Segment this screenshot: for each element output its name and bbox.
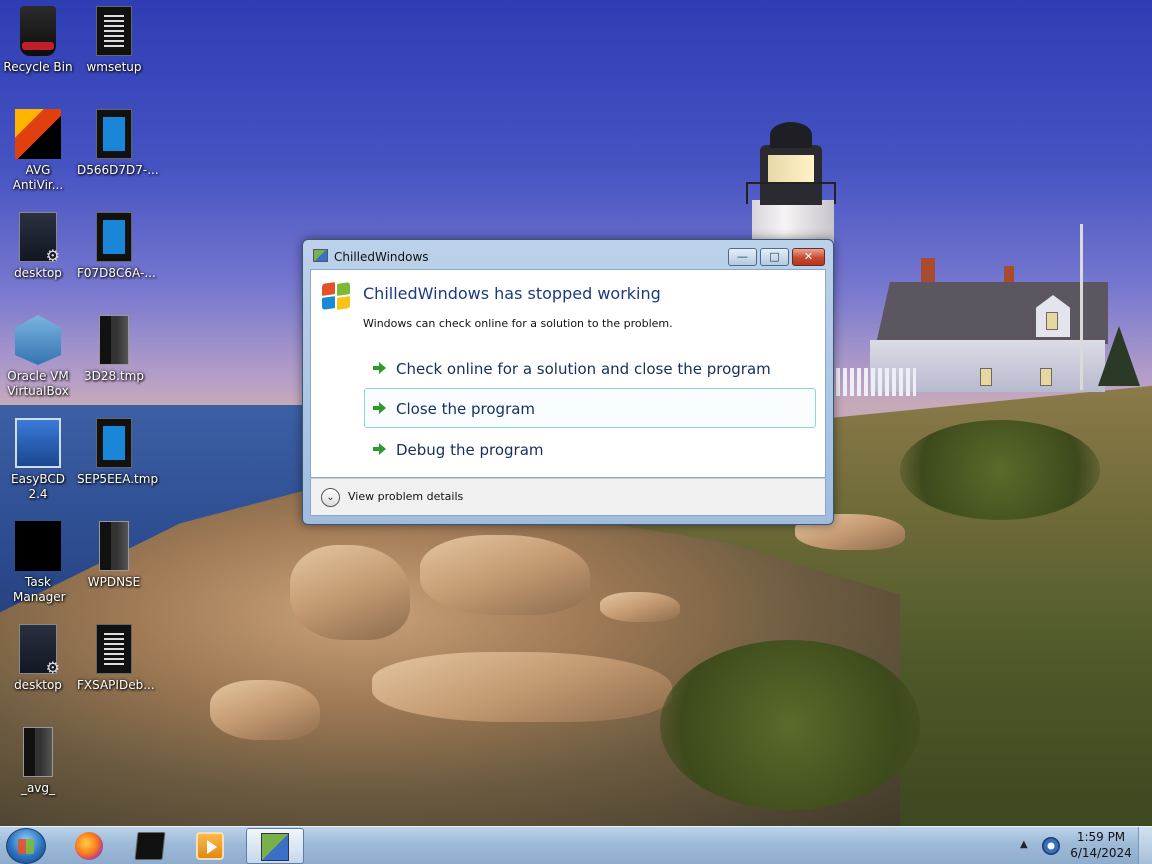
taskbar-item-command-prompt[interactable]	[124, 828, 176, 864]
option-label: Check online for a solution and close th…	[396, 360, 771, 378]
lighthouse-glass	[768, 155, 814, 183]
desktop-icon-avg-folder[interactable]: _avg_	[1, 727, 75, 796]
start-button[interactable]	[6, 828, 46, 864]
option-debug-program[interactable]: Debug the program	[364, 429, 816, 469]
chevron-down-icon[interactable]: ⌄	[321, 488, 340, 507]
desktop-icon-desktop-2[interactable]: desktop	[1, 624, 75, 693]
taskbar-item-media-player[interactable]	[184, 828, 236, 864]
task-manager-icon	[15, 521, 61, 571]
desktop-icon-label: EasyBCD 2.4	[11, 472, 65, 501]
rock	[372, 652, 672, 722]
desktop-icon-label: Task Manager	[13, 575, 66, 604]
rock	[210, 680, 320, 740]
rock	[600, 592, 680, 622]
house-window	[1040, 368, 1052, 386]
windows-logo-icon	[322, 282, 352, 311]
virtualbox-icon	[15, 315, 61, 365]
rock	[420, 535, 590, 615]
app-icon	[261, 833, 289, 861]
desktop-icon-label: Recycle Bin	[3, 60, 73, 74]
taskbar-item-firefox[interactable]	[63, 828, 115, 864]
desktop-icon-wmsetup[interactable]: wmsetup	[77, 6, 151, 75]
option-close-program[interactable]: Close the program	[364, 388, 816, 428]
dialog-footer: ⌄ View problem details	[310, 478, 826, 516]
maximize-button[interactable]: □	[760, 248, 789, 266]
green-arrow-icon	[373, 401, 387, 415]
minimize-button[interactable]: —	[728, 248, 757, 266]
desktop-icon-label: AVG AntiVir...	[12, 163, 64, 192]
desktop-icon-sep5eea-tmp[interactable]: SEP5EEA.tmp	[77, 418, 159, 487]
firefox-icon	[75, 832, 103, 860]
dialog-titlebar[interactable]: ChilledWindows — □ ✕	[303, 240, 833, 270]
clock-time[interactable]: 1:59 PM	[1070, 830, 1132, 844]
tmp-file-icon	[96, 109, 132, 159]
avg-antivirus-icon	[15, 109, 61, 159]
desktop-icon-easybcd[interactable]: EasyBCD 2.4	[1, 418, 75, 502]
shrub	[900, 420, 1100, 520]
dialog-body: ChilledWindows has stopped working Windo…	[310, 269, 826, 478]
taskbar-item-chilledwindows[interactable]	[246, 828, 304, 864]
folder-file-icon	[99, 315, 129, 365]
desktop-icon-label: SEP5EEA.tmp	[77, 472, 159, 486]
picket-fence	[836, 368, 916, 396]
lighthouse-railing	[746, 182, 836, 204]
house-roof	[876, 282, 1108, 344]
taskbar: ▲ 1:59 PM 6/14/2024	[0, 826, 1152, 864]
desktop-icon-3d28-tmp[interactable]: 3D28.tmp	[77, 315, 151, 384]
green-arrow-icon	[373, 361, 387, 375]
media-player-icon	[196, 832, 224, 860]
desktop-icon-desktop[interactable]: desktop	[1, 212, 75, 281]
rock	[290, 545, 410, 640]
house-window	[980, 368, 992, 386]
desktop-icon-f07d8c6a[interactable]: F07D8C6A-...	[77, 212, 156, 281]
option-check-online[interactable]: Check online for a solution and close th…	[364, 348, 816, 388]
desktop-icon-recycle-bin[interactable]: Recycle Bin	[1, 6, 75, 75]
desktop-icon-label: F07D8C6A-...	[77, 266, 156, 280]
desktop-icon-avg[interactable]: AVG AntiVir...	[1, 109, 75, 193]
lighthouse-cap	[770, 122, 812, 148]
desktop-icon-label: wmsetup	[86, 60, 142, 74]
folder-icon	[99, 521, 129, 571]
desktop-icon-label: FXSAPIDeb...	[77, 678, 155, 692]
document-icon	[96, 624, 132, 674]
desktop-icon-label: WPDNSE	[87, 575, 141, 589]
folder-icon	[23, 727, 53, 777]
error-dialog: ChilledWindows — □ ✕ ChilledWindows has …	[302, 239, 834, 525]
dialog-heading: ChilledWindows has stopped working	[363, 284, 661, 303]
clock-date[interactable]: 6/14/2024	[1070, 846, 1132, 860]
config-file-icon	[19, 212, 60, 265]
desktop-icon-d566d7d7[interactable]: D566D7D7-...	[77, 109, 159, 178]
desktop-icon-task-manager[interactable]: Task Manager	[1, 521, 75, 605]
app-icon	[313, 249, 328, 262]
desktop-icon-label: desktop	[14, 678, 62, 692]
desktop-icon-label: desktop	[14, 266, 62, 280]
desktop-icon-label: D566D7D7-...	[77, 163, 159, 177]
desktop-icon-label: 3D28.tmp	[84, 369, 144, 383]
desktop-icon-virtualbox[interactable]: Oracle VM VirtualBox	[1, 315, 75, 399]
easybcd-icon	[15, 418, 61, 468]
network-icon[interactable]	[1042, 837, 1060, 855]
show-desktop-button[interactable]	[1138, 827, 1152, 864]
recycle-bin-icon	[20, 6, 56, 56]
green-arrow-icon	[373, 442, 387, 456]
house-window	[1046, 312, 1058, 330]
desktop-icon-wpdnse[interactable]: WPDNSE	[77, 521, 151, 590]
cmd-icon	[134, 832, 166, 860]
desktop-icon-label: _avg_	[20, 781, 56, 795]
option-label: Debug the program	[396, 441, 544, 459]
view-problem-details-link[interactable]: View problem details	[348, 490, 463, 503]
document-icon	[96, 6, 132, 56]
dialog-subtext: Windows can check online for a solution …	[363, 317, 673, 330]
config-file-icon	[19, 624, 60, 677]
flagpole	[1080, 224, 1083, 390]
tmp-file-icon	[96, 212, 132, 262]
desktop-icon-label: Oracle VM VirtualBox	[7, 369, 69, 398]
show-hidden-icons-button[interactable]: ▲	[1020, 839, 1028, 850]
dialog-title: ChilledWindows	[334, 250, 429, 264]
close-button[interactable]: ✕	[792, 248, 825, 266]
desktop-icon-fxsapideb[interactable]: FXSAPIDeb...	[77, 624, 155, 693]
tmp-file-icon	[96, 418, 132, 468]
option-label: Close the program	[396, 400, 536, 418]
shrub	[660, 640, 920, 810]
